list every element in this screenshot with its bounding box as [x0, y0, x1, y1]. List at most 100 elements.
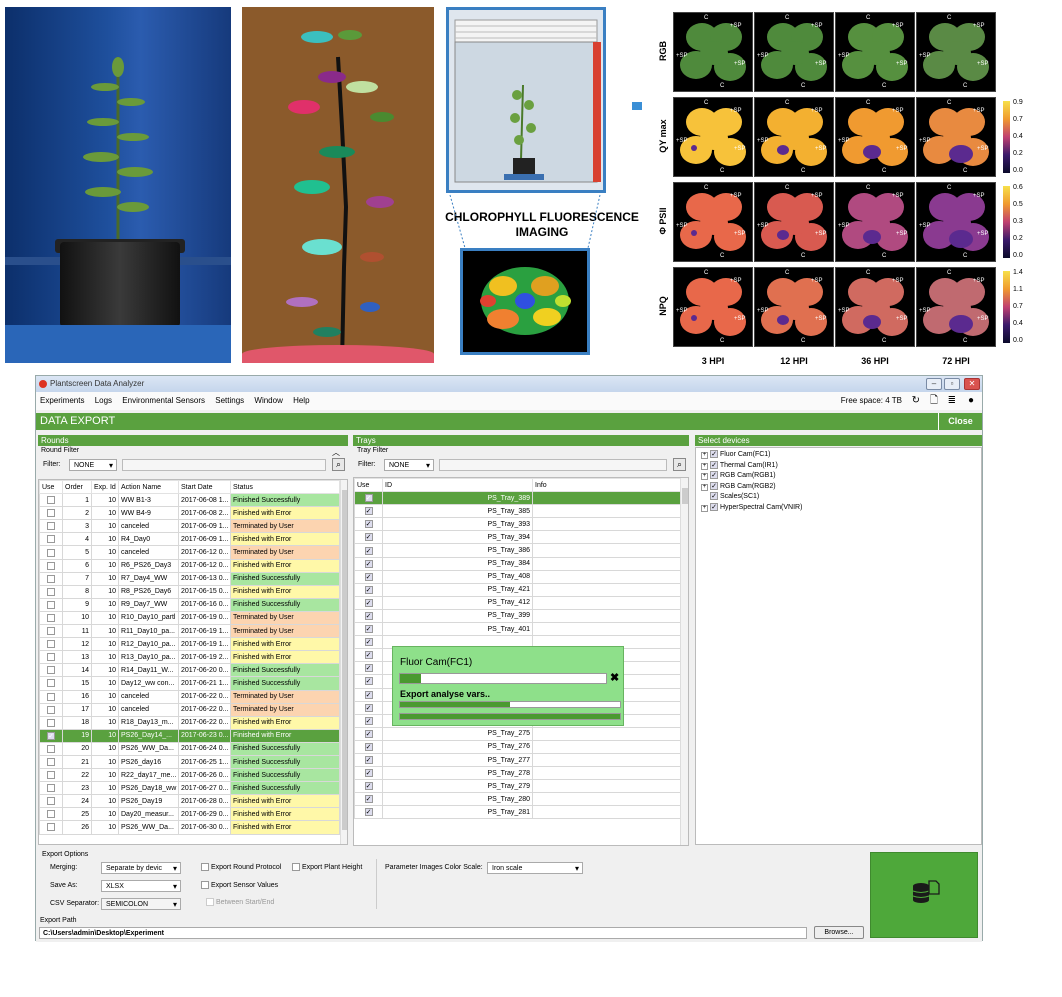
col-use[interactable]: Use	[39, 480, 63, 495]
menu-help[interactable]: Help	[293, 396, 309, 405]
use-checkbox[interactable]	[47, 718, 55, 727]
round-filter-input[interactable]	[122, 459, 326, 471]
table-row[interactable]: ✓ PS_Tray_384	[354, 556, 681, 571]
table-row[interactable]: 5 10 canceled 2017-06-12 0... Terminated by …	[39, 545, 340, 560]
user-icon[interactable]: ●	[968, 392, 974, 410]
table-row[interactable]: 4 10 R4_Day0 2017-06-09 1... Finished with E…	[39, 532, 340, 547]
table-row[interactable]: ✓ PS_Tray_401	[354, 622, 681, 637]
table-row[interactable]: ✓ PS_Tray_279	[354, 779, 681, 794]
table-row[interactable]: 22 10 R22_day17_me... 2017-06-26 0... Finish…	[39, 768, 340, 783]
tray-search-button[interactable]: ⌕	[673, 458, 686, 471]
use-checkbox[interactable]	[47, 535, 55, 544]
table-row[interactable]: 21 10 PS26_day16 2017-06-25 1... Finished Su…	[39, 754, 340, 770]
tray-filter-select[interactable]: NONE	[384, 459, 434, 471]
table-row[interactable]: 12 10 R12_Day10_pa... 2017-06-19 1... Finish…	[39, 637, 340, 652]
menu-environmental-sensors[interactable]: Environmental Sensors	[122, 396, 205, 405]
col-info[interactable]: Info	[532, 478, 681, 493]
table-row[interactable]: 8 10 R8_PS26_Day6 2017-06-15 0... Finished w…	[39, 584, 340, 599]
export-button[interactable]	[870, 852, 978, 938]
table-row[interactable]: 13 10 R13_Day10_pa... 2017-06-19 2... Finish…	[39, 650, 340, 665]
use-checkbox[interactable]: ✓	[364, 585, 373, 594]
use-checkbox[interactable]	[47, 810, 55, 819]
use-checkbox[interactable]	[47, 522, 55, 531]
use-checkbox[interactable]: ✓	[364, 507, 373, 516]
device-item[interactable]: + ✓ Fluor Cam(FC1)	[701, 450, 802, 461]
color-scale-select[interactable]: Iron scale	[487, 862, 583, 874]
table-row[interactable]: ✓ PS_Tray_393	[354, 517, 681, 532]
round-search-button[interactable]: ⌕	[332, 458, 345, 471]
col-use[interactable]: Use	[354, 478, 383, 493]
use-checkbox[interactable]: ✓	[364, 690, 373, 699]
table-row[interactable]: 20 10 PS26_WW_Da... 2017-06-24 0... Finished…	[39, 741, 340, 756]
use-checkbox[interactable]	[47, 705, 55, 714]
use-checkbox[interactable]	[47, 666, 55, 675]
col-status[interactable]: Status	[230, 480, 340, 495]
close-window-button[interactable]: ✕	[964, 378, 980, 390]
use-checkbox[interactable]	[47, 640, 55, 649]
table-row[interactable]: ✓ PS_Tray_399	[354, 608, 681, 624]
use-checkbox[interactable]: ✓	[364, 533, 373, 542]
table-row[interactable]: 11 10 R11_Day10_pa... 2017-06-19 1... Termin…	[39, 624, 340, 639]
use-checkbox[interactable]	[47, 574, 55, 583]
table-row[interactable]: ✓ PS_Tray_385	[354, 504, 681, 519]
between-checkbox[interactable]	[206, 898, 214, 906]
table-row[interactable]: ✓ PS_Tray_394	[354, 530, 681, 545]
device-checkbox[interactable]: ✓	[710, 460, 718, 469]
rounds-scrollbar[interactable]	[340, 480, 347, 844]
close-button[interactable]: Close	[938, 413, 982, 430]
menu-window[interactable]: Window	[254, 396, 282, 405]
browse-button[interactable]: Browse...	[814, 926, 864, 939]
export-path-input[interactable]: C:\Users\admin\Desktop\Experiment	[39, 927, 807, 939]
table-row[interactable]: 26 10 PS26_WW_Da... 2017-06-30 0... Finished…	[39, 820, 340, 835]
use-checkbox[interactable]: ✓	[364, 703, 373, 712]
expand-icon[interactable]: +	[701, 473, 708, 480]
device-checkbox[interactable]: ✓	[710, 471, 718, 480]
col-action-name[interactable]: Action Name	[118, 480, 179, 495]
collapse-icon[interactable]: ︿	[332, 447, 340, 458]
use-checkbox[interactable]: ✓	[364, 756, 373, 765]
table-row[interactable]: 14 10 R14_Day11_W... 2017-06-20 0... Finishe…	[39, 663, 340, 678]
use-checkbox[interactable]	[47, 496, 55, 505]
use-checkbox[interactable]	[47, 784, 55, 793]
use-checkbox[interactable]	[47, 548, 55, 557]
menu-experiments[interactable]: Experiments	[40, 396, 84, 405]
device-item[interactable]: ✓ Scales(SC1)	[701, 492, 802, 503]
cancel-icon[interactable]: ✖	[610, 671, 619, 684]
table-row[interactable]: ✓ PS_Tray_276	[354, 739, 681, 754]
table-row[interactable]: 1 10 WW B1-3 2017-06-08 1... Finished Succes…	[39, 493, 340, 508]
use-checkbox[interactable]	[47, 771, 55, 780]
use-checkbox[interactable]	[47, 679, 55, 688]
table-row[interactable]: ✓ PS_Tray_278	[354, 766, 681, 781]
menu-logs[interactable]: Logs	[95, 396, 112, 405]
col-start-date[interactable]: Start Date	[178, 480, 231, 495]
expand-icon[interactable]: +	[701, 483, 708, 491]
table-row[interactable]: ✓ PS_Tray_275	[354, 726, 681, 741]
expand-icon[interactable]: +	[701, 462, 708, 470]
round-protocol-checkbox[interactable]	[201, 863, 209, 871]
table-row[interactable]: ✓ PS_Tray_412	[354, 595, 681, 610]
use-checkbox[interactable]	[47, 561, 55, 570]
expand-icon[interactable]: +	[701, 452, 708, 459]
table-row[interactable]: 3 10 canceled 2017-06-09 1... Terminated by …	[39, 519, 340, 534]
use-checkbox[interactable]	[47, 758, 55, 767]
use-checkbox[interactable]: ✓	[364, 638, 373, 647]
table-row[interactable]: ✓ PS_Tray_389	[354, 491, 681, 506]
use-checkbox[interactable]: ✓	[364, 795, 373, 804]
database-icon[interactable]: ≣	[948, 392, 956, 410]
use-checkbox[interactable]: ✓	[364, 572, 373, 581]
table-row[interactable]: ✓ PS_Tray_281	[354, 805, 681, 820]
use-checkbox[interactable]: ✓	[364, 664, 373, 673]
trays-scrollbar[interactable]	[680, 478, 688, 845]
menu-settings[interactable]: Settings	[215, 396, 244, 405]
table-row[interactable]: ✓ PS_Tray_421	[354, 582, 681, 597]
use-checkbox[interactable]: ✓	[364, 494, 373, 503]
use-checkbox[interactable]	[47, 797, 55, 806]
table-row[interactable]: ✓ 19 10 PS26_Day14_... 2017-06-23 0... Finish…	[39, 728, 340, 743]
table-row[interactable]: ✓ PS_Tray_280	[354, 792, 681, 807]
table-row[interactable]: 15 10 Day12_ww con... 2017-06-21 1... Finish…	[39, 676, 340, 691]
use-checkbox[interactable]: ✓	[364, 808, 373, 817]
merging-select[interactable]: Separate by devic	[101, 862, 181, 874]
table-row[interactable]: ✓ PS_Tray_408	[354, 569, 681, 584]
device-item[interactable]: + ✓ RGB Cam(RGB1)	[701, 471, 802, 482]
use-checkbox[interactable]: ✓	[364, 782, 373, 791]
